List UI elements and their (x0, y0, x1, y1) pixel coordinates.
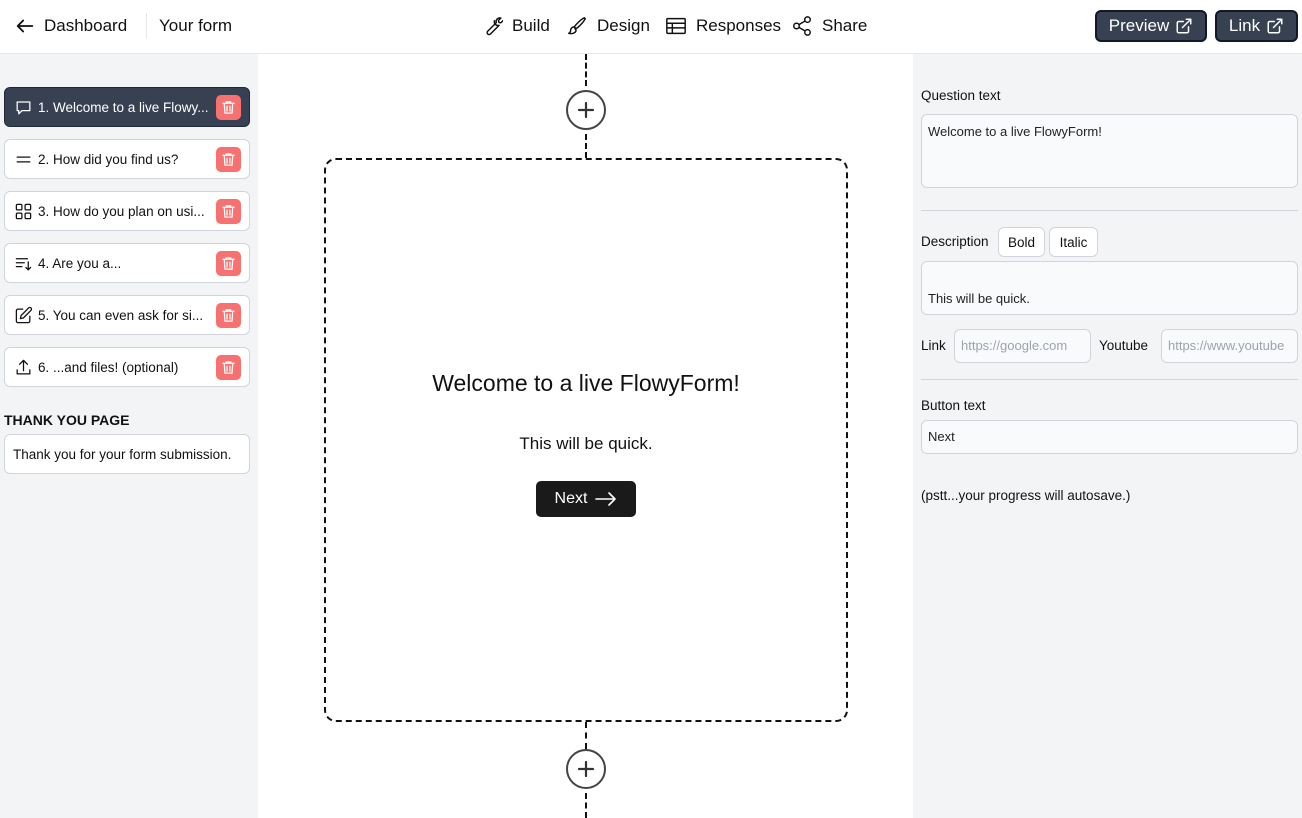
nav-build-label: Build (512, 16, 550, 35)
table-icon (666, 17, 686, 35)
youtube-label: Youtube (1099, 338, 1149, 353)
connector-line (585, 722, 587, 749)
form-name[interactable]: Your form (159, 12, 232, 40)
question-text-label: Question text (921, 88, 1001, 103)
pencil-square-icon (15, 306, 33, 323)
grid-icon (15, 203, 32, 219)
preview-question-description: This will be quick. (519, 434, 653, 453)
question-text-input[interactable]: Welcome to a live FlowyForm! (921, 114, 1298, 188)
preview-next-label: Next (554, 490, 588, 507)
preview-label: Preview (1108, 16, 1170, 35)
delete-question-button[interactable] (216, 95, 241, 120)
nav-responses[interactable]: Responses (665, 12, 781, 40)
chat-bubble-icon (16, 100, 31, 114)
thank-you-heading: THANK YOU PAGE (4, 412, 130, 428)
nav-share[interactable]: Share (791, 12, 867, 40)
delete-question-button[interactable] (216, 355, 241, 380)
paintbrush-icon (568, 17, 586, 35)
link-button[interactable]: Link (1215, 10, 1298, 42)
add-question-below-button[interactable] (566, 749, 606, 789)
question-label: 2. How did you find us? (38, 151, 179, 167)
question-item-6[interactable]: 6. ...and files! (optional) (4, 347, 250, 387)
question-item-2[interactable]: 2. How did you find us? (4, 139, 250, 179)
question-label: 5. You can even ask for si... (38, 307, 204, 323)
button-text-input[interactable]: Next (921, 420, 1298, 454)
autosave-note: (pstt...your progress will autosave.) (921, 488, 1131, 503)
question-label: 3. How do you plan on usi... (38, 203, 205, 219)
panel-divider (921, 379, 1298, 380)
plus-icon (577, 101, 595, 119)
wrench-icon (486, 17, 503, 36)
button-text-label: Button text (921, 398, 986, 413)
description-label: Description (921, 234, 989, 249)
trash-icon (222, 257, 235, 270)
short-text-icon (16, 155, 31, 163)
share-icon (793, 16, 811, 36)
italic-button[interactable]: Italic (1049, 227, 1098, 257)
trash-icon (222, 153, 235, 166)
dashboard-label: Dashboard (44, 16, 128, 35)
add-question-above-button[interactable] (566, 90, 606, 130)
link-label: Link (1228, 16, 1261, 35)
plus-icon (577, 760, 595, 778)
delete-question-button[interactable] (216, 251, 241, 276)
connector-line (585, 134, 587, 158)
nav-design-label: Design (597, 16, 650, 35)
trash-icon (222, 101, 235, 114)
trash-icon (222, 309, 235, 322)
question-settings-panel: Question text Welcome to a live FlowyFor… (913, 54, 1302, 818)
external-link-icon (1176, 18, 1192, 34)
nav-build[interactable]: Build (481, 12, 550, 40)
nav-share-label: Share (822, 16, 868, 35)
trash-icon (222, 205, 235, 218)
question-label: 6. ...and files! (optional) (38, 359, 179, 375)
preview-button[interactable]: Preview (1095, 10, 1207, 42)
panel-divider (921, 210, 1298, 211)
question-item-1[interactable]: 1. Welcome to a live Flowy... (4, 87, 250, 127)
delete-question-button[interactable] (216, 303, 241, 328)
trash-icon (222, 361, 235, 374)
link-input[interactable]: https://google.com (954, 329, 1091, 363)
nav-design[interactable]: Design (566, 12, 650, 40)
preview-next-button[interactable]: Next (536, 481, 636, 517)
form-canvas: Welcome to a live FlowyForm! This will b… (258, 54, 913, 818)
bold-button[interactable]: Bold (998, 227, 1045, 257)
question-item-4[interactable]: 4. Are you a... (4, 243, 250, 283)
delete-question-button[interactable] (216, 199, 241, 224)
question-item-5[interactable]: 5. You can even ask for si... (4, 295, 250, 335)
preview-question-title: Welcome to a live FlowyForm! (432, 370, 740, 396)
link-label: Link (921, 338, 946, 353)
connector-line (585, 793, 587, 818)
description-input[interactable]: This will be quick. (921, 261, 1298, 315)
arrow-left-icon (16, 19, 34, 33)
question-label: 4. Are you a... (38, 255, 122, 271)
question-sidebar: 1. Welcome to a live Flowy... 2. How did… (0, 54, 258, 818)
external-link-icon (1267, 18, 1283, 34)
nav-responses-label: Responses (696, 16, 782, 35)
delete-question-button[interactable] (216, 147, 241, 172)
arrow-right-icon (595, 492, 617, 506)
topbar-divider (146, 13, 147, 39)
question-preview-card[interactable]: Welcome to a live FlowyForm! This will b… (324, 158, 848, 722)
upload-icon (16, 359, 31, 374)
youtube-input[interactable]: https://www.youtube (1161, 329, 1298, 363)
dashboard-back-link[interactable]: Dashboard (14, 12, 127, 40)
top-bar: Dashboard Your form Build Design Respons… (0, 0, 1302, 54)
question-label: 1. Welcome to a live Flowy... (38, 99, 209, 115)
thank-you-page-item[interactable]: Thank you for your form submission. (4, 434, 250, 474)
connector-line (585, 54, 587, 86)
sort-list-icon (15, 257, 32, 270)
question-item-3[interactable]: 3. How do you plan on usi... (4, 191, 250, 231)
